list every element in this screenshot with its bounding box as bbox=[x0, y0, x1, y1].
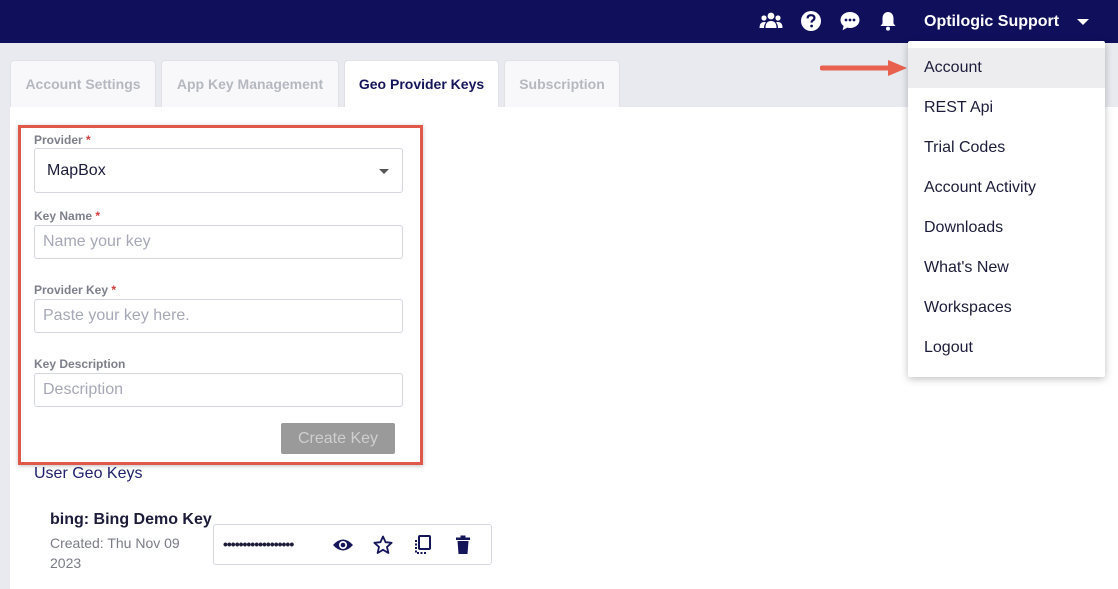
team-icon[interactable] bbox=[759, 9, 783, 33]
caret-down-icon bbox=[1077, 18, 1090, 25]
tab-label: App Key Management bbox=[176, 76, 324, 92]
provider-select[interactable]: MapBox bbox=[34, 148, 403, 193]
provider-key-input[interactable]: Paste your key here. bbox=[34, 299, 403, 333]
user-dropdown-menu: Account REST Api Trial Codes Account Act… bbox=[908, 41, 1105, 377]
create-key-button[interactable]: Create Key bbox=[281, 423, 395, 454]
menu-item-logout[interactable]: Logout bbox=[908, 328, 1105, 368]
star-icon[interactable] bbox=[372, 534, 394, 556]
tab-label: Account Settings bbox=[25, 76, 141, 92]
provider-label: Provider * bbox=[34, 133, 91, 147]
menu-item-downloads[interactable]: Downloads bbox=[908, 208, 1105, 248]
menu-item-trial-codes[interactable]: Trial Codes bbox=[908, 128, 1105, 168]
eye-icon[interactable] bbox=[332, 534, 354, 556]
description-label: Key Description bbox=[34, 357, 126, 371]
chat-icon[interactable] bbox=[838, 9, 862, 33]
dropdown-arrow-icon bbox=[379, 169, 389, 174]
menu-item-rest-api[interactable]: REST Api bbox=[908, 88, 1105, 128]
description-placeholder: Description bbox=[43, 381, 124, 398]
key-name-placeholder: Name your key bbox=[43, 233, 151, 250]
key-name-input[interactable]: Name your key bbox=[34, 225, 403, 259]
user-name: Optilogic Support bbox=[924, 12, 1060, 30]
top-nav-bar: Optilogic Support bbox=[0, 0, 1118, 43]
copy-icon[interactable] bbox=[411, 534, 433, 556]
description-input[interactable]: Description bbox=[34, 373, 403, 407]
key-name-label: Key Name * bbox=[34, 209, 101, 223]
tab-label: Geo Provider Keys bbox=[358, 76, 485, 92]
user-menu-button[interactable]: Optilogic Support bbox=[924, 0, 1090, 43]
menu-item-account-activity[interactable]: Account Activity bbox=[908, 168, 1105, 208]
key-created-date: Created: Thu Nov 09 2023 bbox=[50, 535, 180, 571]
tab-subscription[interactable]: Subscription bbox=[504, 60, 620, 107]
help-icon[interactable] bbox=[799, 9, 823, 33]
tab-geo-provider-keys[interactable]: Geo Provider Keys bbox=[344, 60, 499, 107]
trash-icon[interactable] bbox=[452, 534, 474, 556]
menu-item-workspaces[interactable]: Workspaces bbox=[908, 288, 1105, 328]
annotation-arrow-icon bbox=[820, 60, 907, 76]
tab-app-key-management[interactable]: App Key Management bbox=[161, 60, 339, 107]
masked-key: •••••••••••••••••• bbox=[223, 536, 294, 552]
menu-item-account[interactable]: Account bbox=[908, 48, 1105, 88]
provider-key-placeholder: Paste your key here. bbox=[43, 307, 190, 324]
provider-value: MapBox bbox=[47, 161, 106, 179]
tab-label: Subscription bbox=[519, 76, 605, 92]
key-name: bing: Bing Demo Key bbox=[50, 511, 212, 528]
menu-item-whats-new[interactable]: What's New bbox=[908, 248, 1105, 288]
tab-account-settings[interactable]: Account Settings bbox=[10, 60, 156, 107]
provider-key-label: Provider Key * bbox=[34, 283, 117, 297]
bell-icon[interactable] bbox=[876, 9, 900, 33]
key-actions-bar: •••••••••••••••••• bbox=[213, 524, 492, 565]
user-geo-keys-title: User Geo Keys bbox=[34, 465, 143, 482]
